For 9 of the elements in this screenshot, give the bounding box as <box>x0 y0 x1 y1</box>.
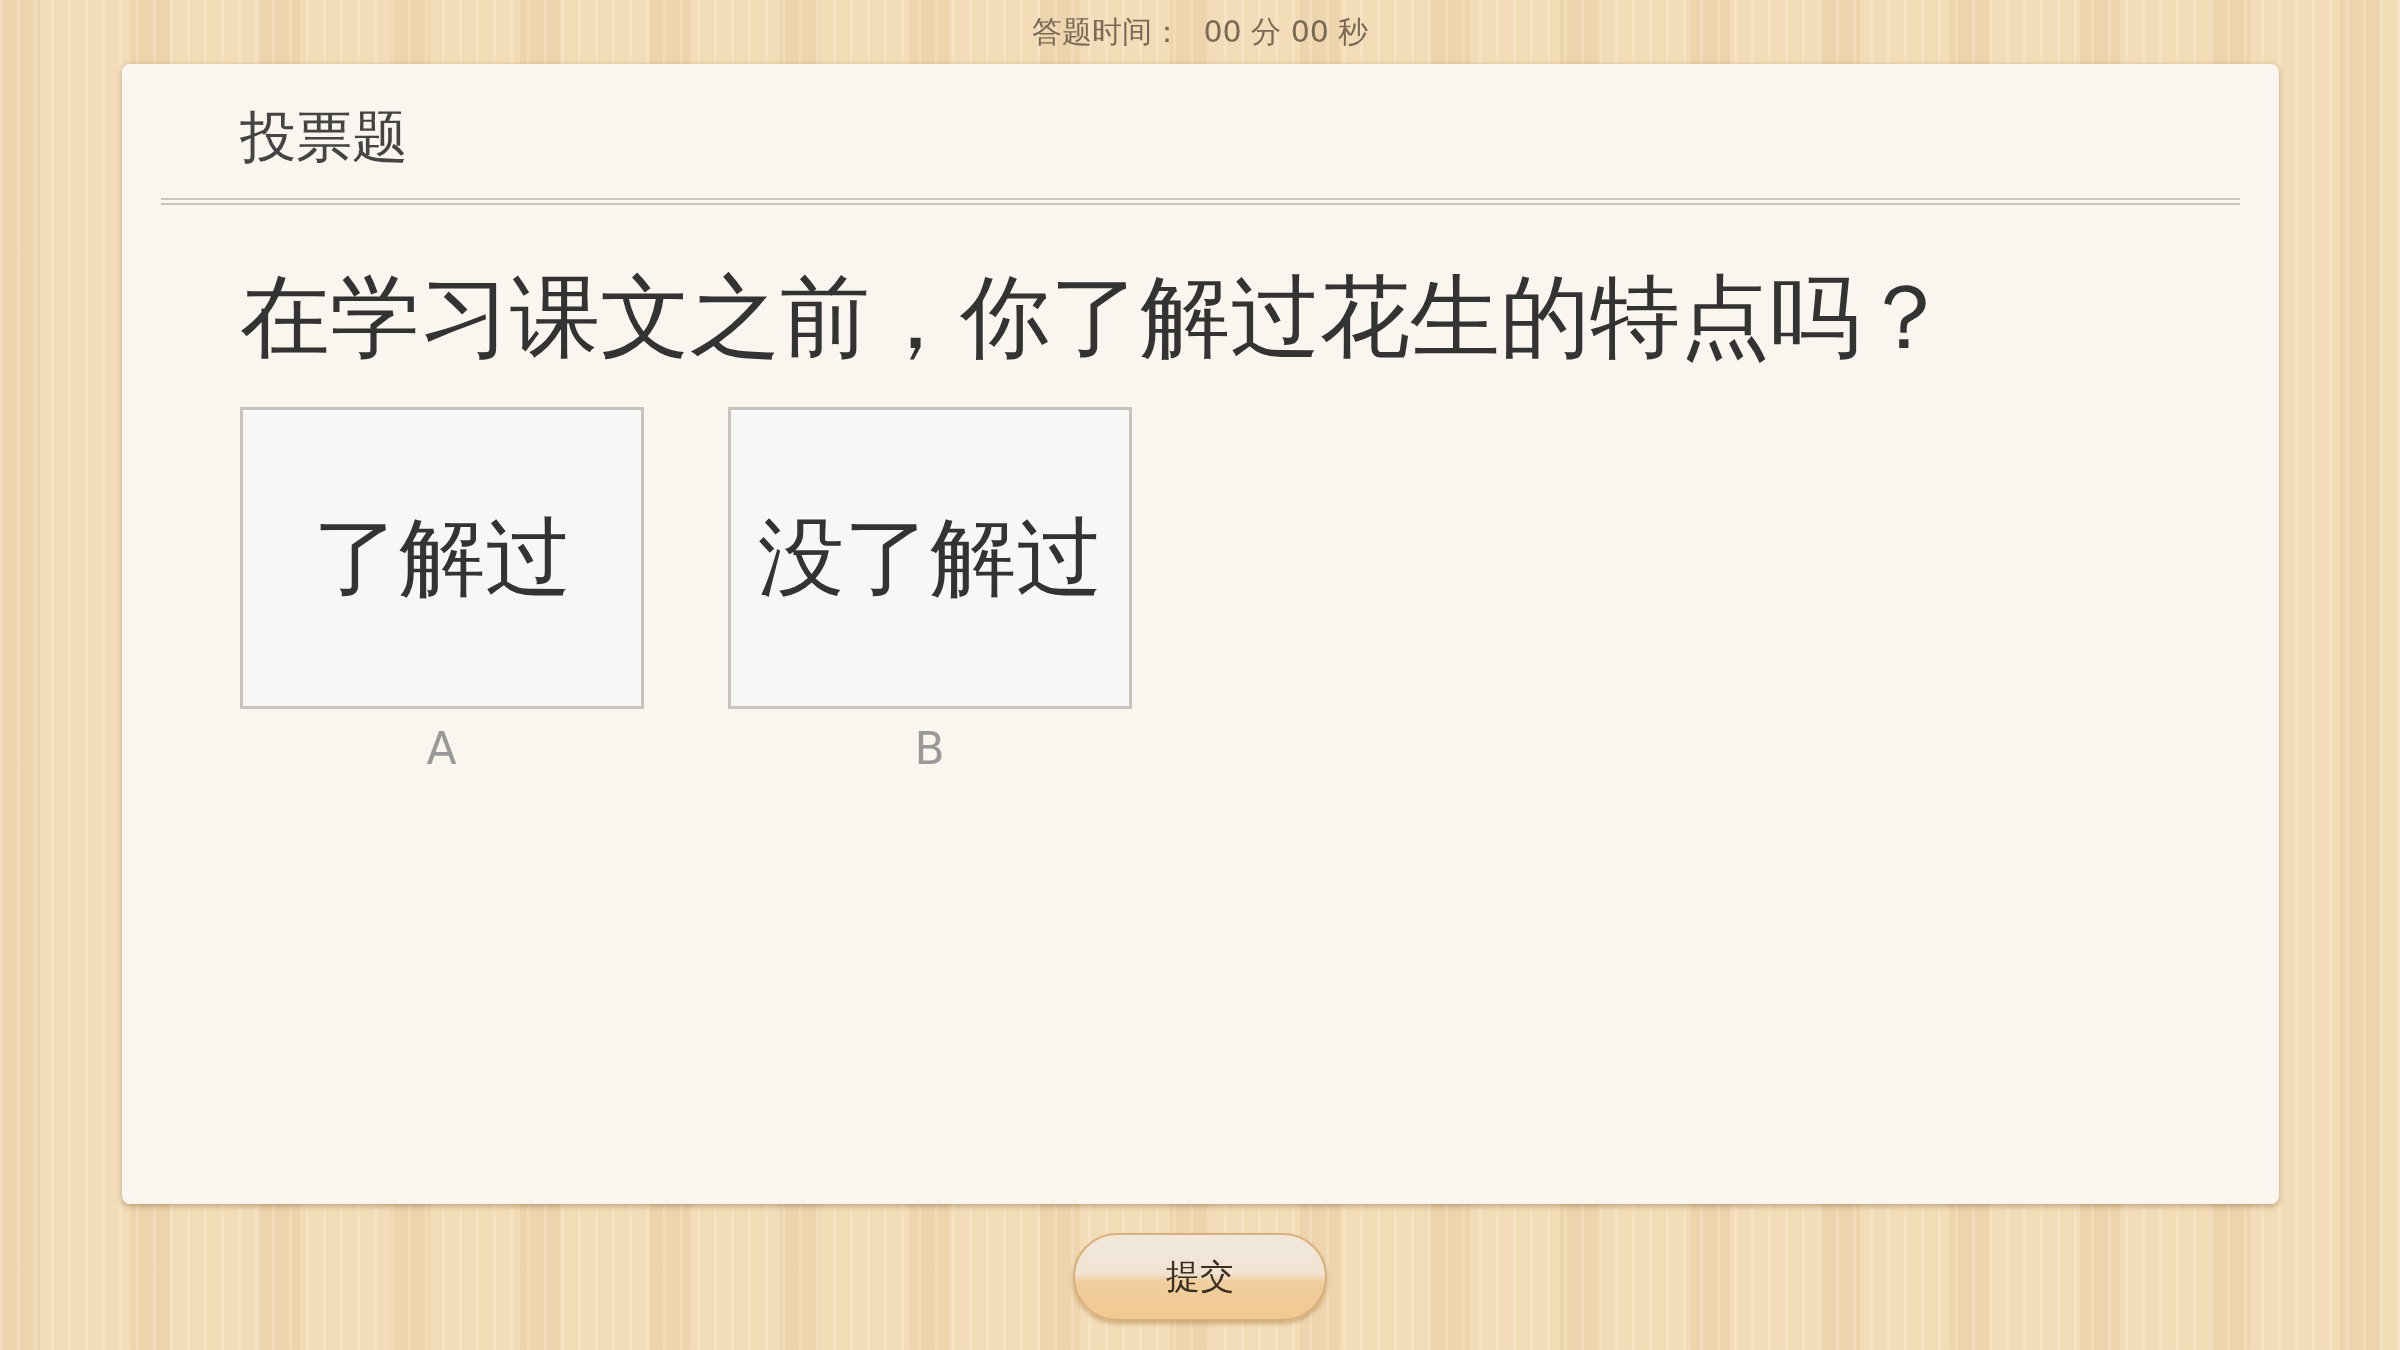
option-letter: B <box>914 723 945 774</box>
question-text: 在学习课文之前，你了解过花生的特点吗？ <box>238 263 1951 371</box>
answer-option[interactable]: 没了解过 <box>727 407 1132 709</box>
submit-button[interactable]: 提交 <box>1073 1233 1327 1321</box>
option-letter: A <box>426 723 457 774</box>
timer-label: 答题时间： <box>1031 12 1182 51</box>
answer-option[interactable]: 了解过 <box>239 407 644 709</box>
question-type-title: 投票题 <box>238 103 409 171</box>
timer-value: 00 分 00 秒 <box>1203 12 1369 51</box>
